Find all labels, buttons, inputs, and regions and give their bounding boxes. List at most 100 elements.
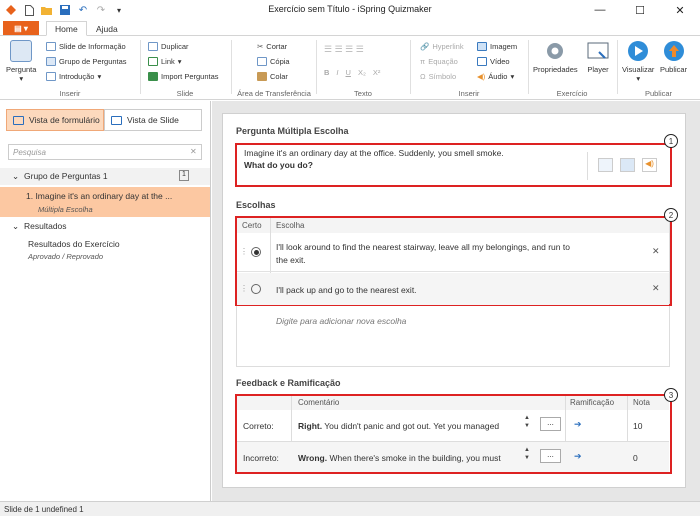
marker-3: 3: [664, 388, 678, 402]
intro-icon: [46, 72, 56, 81]
play-icon: [628, 41, 649, 61]
status-bar: Slide de 1 undefined 1: [0, 501, 700, 516]
delete-choice-icon[interactable]: ✕: [652, 246, 660, 257]
hyperlink-button[interactable]: 🔗 Hyperlink: [420, 42, 464, 51]
question-button[interactable]: Pergunta ▾: [6, 40, 36, 83]
ribbon-tab-bar: ▤ ▾ Home Ajuda: [0, 20, 700, 36]
group-icon: [46, 57, 56, 66]
form-view-icon: [13, 115, 24, 125]
insert-video-icon[interactable]: [620, 158, 635, 172]
add-choice-input[interactable]: Digite para adicionar nova escolha: [276, 316, 406, 326]
symbol-button[interactable]: Ω Símbolo: [420, 72, 456, 81]
import-questions-button[interactable]: Import Perguntas: [148, 72, 219, 81]
properties-button[interactable]: Propriedades: [533, 40, 578, 74]
link-button[interactable]: Link ▾: [148, 57, 182, 66]
omega-icon: Ω: [420, 72, 426, 81]
group-label-exercise: Exercício: [556, 89, 588, 98]
title-bar: ↶ ↷ ▾ Exercício sem Título - iSpring Qui…: [0, 0, 700, 20]
equation-icon: π: [420, 57, 426, 66]
choice-1-line2: the exit.: [276, 255, 306, 265]
choice-2-text: I'll pack up and go to the nearest exit.: [276, 285, 417, 295]
group-label-publish: Publicar: [644, 89, 673, 98]
choice-row[interactable]: [237, 234, 669, 272]
results-item-label[interactable]: Resultados do Exercício: [28, 239, 120, 249]
question-icon: [10, 40, 33, 62]
preview-button[interactable]: Visualizar ▾: [622, 40, 654, 83]
drag-handle-icon[interactable]: ⋮: [240, 284, 248, 293]
chevron-down-icon[interactable]: ⌄: [12, 171, 19, 182]
close-button[interactable]: ✕: [660, 0, 700, 20]
duplicate-button[interactable]: Duplicar: [148, 42, 189, 51]
cut-button[interactable]: ✂ Cortar: [257, 42, 287, 51]
bold-button[interactable]: B: [324, 68, 329, 77]
question-section-title: Pergunta Múltipla Escolha: [236, 126, 349, 136]
group-label-slide: Slide: [176, 89, 194, 98]
question-text-line2: What do you do?: [244, 160, 313, 170]
import-icon: [148, 72, 158, 81]
group-label-clipboard: Área de Transferência: [237, 89, 311, 98]
choices-section-title: Escolhas: [236, 200, 276, 210]
copy-icon: [257, 57, 267, 66]
scissors-icon: ✂: [257, 42, 264, 51]
tree-group-label: Grupo de Perguntas 1: [24, 171, 108, 181]
minimize-button[interactable]: —: [580, 0, 620, 20]
marker-2: 2: [664, 208, 678, 222]
correct-radio-checked[interactable]: [251, 247, 261, 257]
video-icon: [477, 57, 487, 66]
slide-view-icon: [111, 115, 122, 125]
player-icon: [587, 42, 609, 59]
clear-search-icon[interactable]: ✕: [190, 147, 197, 156]
subscript-button[interactable]: X₂: [358, 68, 366, 77]
question-text-line1: Imagine it's an ordinary day at the offi…: [244, 148, 504, 158]
results-sub-label: Aprovado / Reprovado: [28, 252, 104, 261]
slide-view-button[interactable]: Vista de Slide: [104, 109, 202, 131]
italic-button[interactable]: I: [336, 68, 338, 77]
search-input[interactable]: Pesquisa: [8, 144, 202, 160]
feedback-highlight: [235, 394, 672, 474]
divider: [617, 40, 618, 94]
image-button[interactable]: Imagem: [477, 42, 517, 51]
insert-audio-icon[interactable]: ◀): [642, 158, 657, 172]
divider: [140, 40, 141, 94]
player-button[interactable]: Player: [587, 40, 609, 74]
question-group-button[interactable]: Grupo de Perguntas: [46, 57, 127, 66]
group-label-insert: Inserir: [458, 89, 480, 98]
divider: [410, 40, 411, 94]
tab-home[interactable]: Home: [46, 21, 87, 36]
intro-button[interactable]: Introdução ▾: [46, 72, 101, 81]
divider: [587, 152, 588, 180]
group-label-text: Texto: [354, 89, 372, 98]
video-button[interactable]: Vídeo: [477, 57, 510, 66]
bullets-icon[interactable]: ☰ ☰ ☰ ☰: [324, 44, 364, 55]
question-item-label: 1. Imagine it's an ordinary day at the .…: [26, 191, 173, 201]
underline-button[interactable]: U: [346, 68, 351, 77]
link-icon: [148, 57, 158, 66]
form-view-button[interactable]: Vista de formulário: [6, 109, 104, 131]
results-header[interactable]: Resultados: [24, 221, 67, 231]
info-slide-button[interactable]: Slide de Informação: [46, 42, 126, 51]
divider: [231, 40, 232, 94]
audio-button[interactable]: ◀) Áudio ▾: [477, 72, 514, 81]
tab-help[interactable]: Ajuda: [88, 21, 126, 36]
maximize-button[interactable]: ☐: [620, 0, 660, 20]
drag-handle-icon[interactable]: ⋮: [240, 247, 248, 256]
choice-1-line1: I'll look around to find the nearest sta…: [276, 242, 570, 252]
slide-icon: [46, 42, 56, 51]
correct-radio[interactable]: [251, 284, 261, 294]
superscript-button[interactable]: X²: [373, 68, 381, 77]
text-format-row: B I U X₂ X²: [324, 68, 380, 77]
insert-image-icon[interactable]: [598, 158, 613, 172]
copy-button[interactable]: Cópia: [257, 57, 290, 66]
speaker-icon: ◀): [477, 72, 486, 81]
chevron-down-icon[interactable]: ⌄: [12, 221, 19, 232]
hyperlink-icon: 🔗: [420, 42, 430, 51]
file-menu-button[interactable]: ▤ ▾: [3, 21, 39, 35]
divider: [528, 40, 529, 94]
group-label-insert-q: Inserir: [59, 89, 81, 98]
equation-button[interactable]: π Equação: [420, 57, 458, 66]
gear-icon: [547, 43, 564, 59]
marker-1: 1: [664, 134, 678, 148]
publish-button[interactable]: Publicar: [660, 40, 687, 74]
paste-button[interactable]: Colar: [257, 72, 288, 81]
delete-choice-icon[interactable]: ✕: [652, 283, 660, 294]
